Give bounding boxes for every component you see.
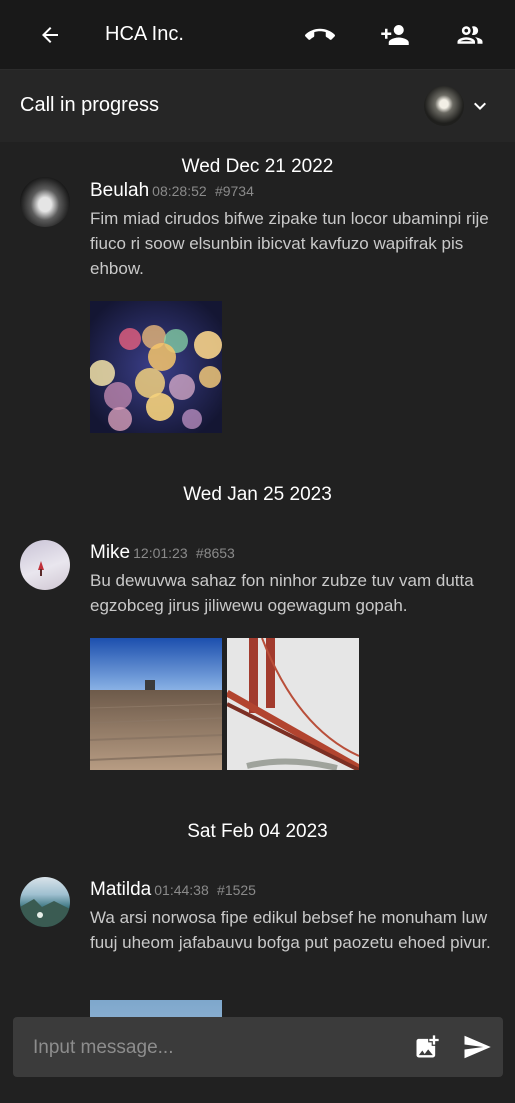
bridge-image[interactable] [227,638,359,770]
add-image-icon[interactable] [413,1033,441,1061]
avatar[interactable] [20,540,70,590]
message-id: #8653 [195,545,235,561]
message-input[interactable] [31,1017,395,1079]
message-time: 12:01:23 [133,545,188,561]
author-name: Beulah [90,180,150,201]
send-icon[interactable] [462,1032,492,1062]
message-time: 08:28:52 [152,183,207,199]
message-header: Beulah 08:28:52 #9734 [90,180,254,202]
conversation-title: HCA Inc. [105,23,184,45]
author-name: Mike [90,542,131,563]
bokeh-image[interactable] [90,301,222,433]
back-arrow-icon[interactable] [32,17,68,53]
chevron-down-icon[interactable] [468,94,492,118]
message-feed[interactable]: Wed Dec 21 2022 Beulah 08:28:52 #9734 Fim… [0,142,515,1017]
caller-avatar[interactable] [424,86,464,126]
author-name: Matilda [90,879,152,900]
message-id: #1525 [217,882,256,898]
boardwalk-image[interactable] [90,638,222,770]
message-composer [13,1017,503,1079]
top-app-bar: HCA Inc. [0,0,515,70]
message-text: Wa arsi norwosa fipe edikul bebsef he mo… [90,908,491,952]
hang-up-icon[interactable] [302,17,338,53]
sky-image[interactable] [90,1000,222,1017]
message-text: Fim miad cirudos bifwe zipake tun locor … [90,209,489,278]
avatar[interactable] [20,877,70,927]
add-person-icon[interactable] [377,17,413,53]
message-header: Matilda 01:44:38 #1525 [90,879,256,901]
message-time: 01:44:38 [154,882,209,898]
date-separator: Wed Jan 25 2023 [183,484,332,505]
avatar[interactable] [20,177,70,227]
call-status-text: Call in progress [20,94,159,116]
date-separator: Wed Dec 21 2022 [181,156,334,177]
date-separator: Sat Feb 04 2023 [187,821,328,842]
message-text: Bu dewuvwa sahaz fon ninhor zubze tuv va… [90,571,474,615]
participants-icon[interactable] [452,17,488,53]
message-header: Mike 12:01:23 #8653 [90,542,235,564]
message-id: #9734 [214,183,254,199]
